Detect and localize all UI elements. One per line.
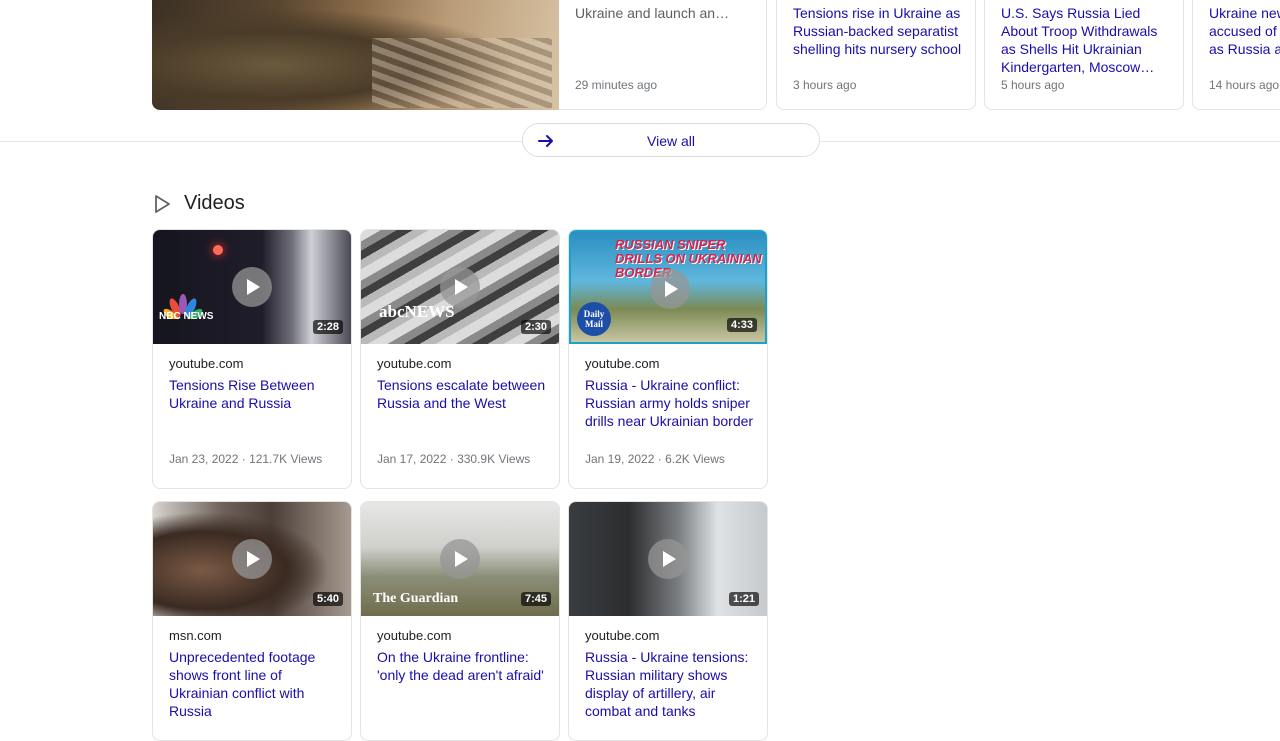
video-duration: 4:33 [726,318,757,332]
video-source: youtube.com [585,628,660,643]
video-meta: Jan 23, 2022 · 121.7K Views [169,452,323,466]
video-title[interactable]: Russia - Ukraine tensions: Russian milit… [585,648,755,720]
video-duration: 5:40 [312,592,343,606]
video-views: 6.2K Views [665,452,725,466]
news-card-title[interactable]: Tensions rise in Ukraine as Russian-back… [793,4,965,58]
play-icon[interactable] [650,269,690,309]
video-title[interactable]: Unprecedented footage shows front line o… [169,648,339,720]
video-source: youtube.com [585,356,660,371]
play-icon[interactable] [648,539,688,579]
video-duration: 2:28 [312,320,343,334]
news-card[interactable]: fabricate a reason to invade Ukraine and… [559,0,767,110]
video-card[interactable]: abcNEWS 2:30 youtube.com Tensions escala… [360,229,560,489]
video-card[interactable]: The Guardian 7:45 youtube.com On the Ukr… [360,501,560,741]
video-thumbnail[interactable]: 1:21 [569,502,767,616]
video-views: 121.7K Views [249,452,323,466]
news-card[interactable]: Tensions rise in Ukraine as Russian-back… [776,0,976,110]
video-date: Jan 19, 2022 [585,452,655,466]
play-icon[interactable] [440,539,480,579]
video-meta: Jan 17, 2022 · 330.9K Views [377,452,531,466]
video-logo: abcNEWS [379,302,455,321]
video-source: msn.com [169,628,222,643]
video-title[interactable]: Tensions Rise Between Ukraine and Russia [169,376,339,412]
video-title[interactable]: On the Ukraine frontline: 'only the dead… [377,648,547,684]
video-duration: 7:45 [520,592,551,606]
video-date: Jan 23, 2022 [169,452,239,466]
play-icon[interactable] [232,267,272,307]
video-meta: Jan 19, 2022 · 6.2K Views [585,452,725,466]
video-title[interactable]: Russia - Ukraine conflict: Russian army … [585,376,755,430]
video-card[interactable]: 1:21 youtube.com Russia - Ukraine tensio… [568,501,768,741]
video-views: 330.9K Views [457,452,531,466]
video-card[interactable]: NBC NEWS 2:28 youtube.com Tensions Rise … [152,229,352,489]
video-thumbnail[interactable]: 5:40 [153,502,351,616]
video-date: Jan 17, 2022 [377,452,447,466]
news-card-title[interactable]: U.S. Says Russia Lied About Troop Withdr… [1001,4,1173,76]
view-all-label: View all [647,133,695,149]
thumbnail-headline: RUSSIAN SNIPER DRILLS ON UKRAINIAN BORDE… [615,237,762,280]
video-source: youtube.com [377,356,452,371]
news-card-time: 5 hours ago [1001,78,1065,92]
video-card[interactable]: RUSSIAN SNIPER DRILLS ON UKRAINIAN BORDE… [568,229,768,489]
news-card-title[interactable]: fabricate a reason to invade Ukraine and… [575,0,756,22]
video-source: youtube.com [169,356,244,371]
video-thumbnail[interactable]: RUSSIAN SNIPER DRILLS ON UKRAINIAN BORDE… [569,230,767,344]
news-card-time: 29 minutes ago [575,78,658,92]
video-card[interactable]: 5:40 msn.com Unprecedented footage shows… [152,501,352,741]
video-thumbnail[interactable]: NBC NEWS 2:28 [153,230,351,344]
video-thumbnail[interactable]: abcNEWS 2:30 [361,230,559,344]
top-stories-carousel: fabricate a reason to invade Ukraine and… [0,0,1280,112]
news-card[interactable]: Ukraine news: accused of preschool, as R… [1192,0,1280,110]
play-outline-icon [155,195,170,213]
video-logo: Daily Mail [577,302,611,336]
news-card-title[interactable]: Ukraine news: accused of preschool, as R… [1209,4,1280,58]
news-hero-image[interactable] [152,0,560,110]
view-all-button[interactable]: View all [522,123,820,157]
news-card-time: 3 hours ago [793,78,857,92]
video-duration: 2:30 [520,320,551,334]
video-thumbnail[interactable]: The Guardian 7:45 [361,502,559,616]
video-logo: The Guardian [373,591,459,606]
video-title[interactable]: Tensions escalate between Russia and the… [377,376,547,412]
play-icon[interactable] [440,267,480,307]
news-card-time: 14 hours ago [1209,78,1280,92]
play-icon[interactable] [232,539,272,579]
news-card[interactable]: U.S. Says Russia Lied About Troop Withdr… [984,0,1184,110]
videos-section-title: Videos [184,192,245,214]
video-source: youtube.com [377,628,452,643]
video-duration: 1:21 [728,592,759,606]
video-logo: NBC NEWS [159,311,214,322]
